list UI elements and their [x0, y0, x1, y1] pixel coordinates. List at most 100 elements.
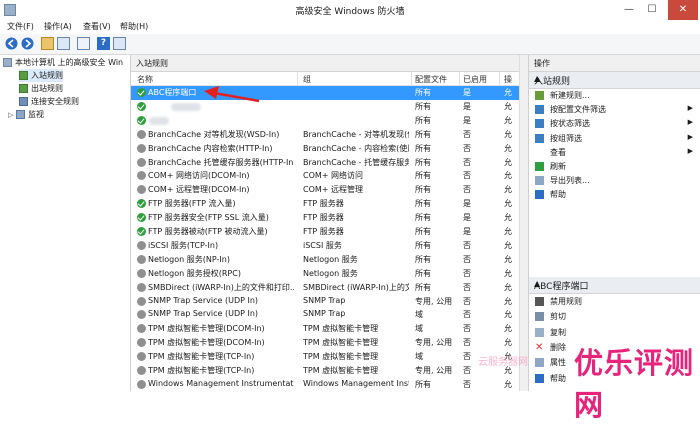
- export-list-icon[interactable]: [77, 37, 90, 50]
- action-item[interactable]: 导出列表...: [529, 174, 700, 187]
- menu-view[interactable]: 查看(V): [83, 21, 111, 32]
- action-item[interactable]: 新建规则...: [529, 89, 700, 102]
- action-item[interactable]: 按配置文件筛选 ▶: [529, 103, 700, 116]
- action-item[interactable]: 按状态筛选 ▶: [529, 117, 700, 130]
- cell-enabled: 否: [463, 185, 471, 195]
- menu-help[interactable]: 帮助(H): [120, 21, 148, 32]
- cell-enabled: 否: [463, 338, 471, 348]
- tree-item-connection-security-rules[interactable]: 连接安全规则: [19, 95, 79, 108]
- submenu-arrow-icon: ▶: [687, 118, 693, 127]
- collapse-caret-icon[interactable]: ▲: [534, 74, 694, 83]
- table-row[interactable]: Netlogon 服务授权(RPC) Netlogon 服务 所有否允: [131, 267, 527, 281]
- cell-enabled: 否: [463, 254, 471, 264]
- table-row[interactable]: TPM 虚拟智能卡管理(TCP-In) TPM 虚拟智能卡管理域否允: [131, 350, 527, 364]
- menu-file[interactable]: 文件(F): [7, 21, 34, 32]
- table-row[interactable]: Netlogon 服务(NP-In) Netlogon 服务 所有否允: [131, 253, 527, 267]
- panel-title: 入站规则: [131, 55, 527, 72]
- cell-name: ABC程序端口: [148, 88, 197, 97]
- tree-item-label: 监视: [28, 110, 44, 119]
- actions-title-label: 操作: [534, 59, 550, 68]
- column-group[interactable]: 组: [303, 74, 311, 85]
- cell-profile: 所有: [415, 171, 431, 181]
- help-icon: [535, 373, 544, 383]
- table-row[interactable]: COM+ 远程管理(DCOM-In) COM+ 远程管理 所有否允: [131, 183, 527, 197]
- menu-action[interactable]: 操作(A): [44, 21, 72, 32]
- action-label: 帮助: [550, 373, 566, 383]
- action-item[interactable]: 剪切: [529, 310, 700, 323]
- minimize-button[interactable]: —: [618, 0, 640, 20]
- forward-arrow-icon[interactable]: [21, 37, 34, 50]
- column-divider[interactable]: [499, 72, 500, 85]
- tree-item-monitoring[interactable]: ▷ 监视: [8, 108, 44, 121]
- column-divider[interactable]: [459, 72, 460, 85]
- table-row[interactable]: FTP 服务器被动(FTP 被动流入量) FTP 服务器 所有是允: [131, 225, 527, 239]
- cell-name: TPM 虚拟智能卡管理(DCOM-In): [148, 338, 265, 348]
- expand-triangle-icon[interactable]: ▷: [8, 109, 16, 122]
- action-item[interactable]: 帮助: [529, 188, 700, 201]
- table-row[interactable]: BranchCache 托管缓存服务器(HTTP-In) BranchCache …: [131, 156, 527, 170]
- cell-enabled: 否: [463, 324, 471, 334]
- table-row[interactable]: BranchCache 对等机发现(WSD-In) BranchCache - 对…: [131, 128, 527, 142]
- table-row[interactable]: TPM 虚拟智能卡管理(DCOM-In) TPM 虚拟智能卡管理 专用, 公用否允: [131, 336, 527, 350]
- column-profile[interactable]: 配置文件: [415, 74, 447, 85]
- action-label: 按配置文件筛选: [550, 105, 606, 115]
- rule-disabled-icon: [137, 310, 146, 320]
- back-arrow-icon[interactable]: [5, 37, 18, 50]
- cell-name: BranchCache 对等机发现(WSD-In): [148, 129, 280, 139]
- table-row[interactable]: 所有是允: [131, 114, 527, 128]
- table-row-selected[interactable]: ABC程序端口 所有是允: [131, 86, 527, 100]
- table-row[interactable]: SNMP Trap Service (UDP In) SNMP Trap 域否允: [131, 308, 527, 322]
- action-item[interactable]: 刷新: [529, 160, 700, 173]
- table-row[interactable]: BranchCache 内容检索(HTTP-In) BranchCache - 内…: [131, 142, 527, 156]
- vertical-scrollbar[interactable]: [519, 55, 528, 391]
- table-row[interactable]: TPM 虚拟智能卡管理(TCP-In) TPM 虚拟智能卡管理 专用, 公用否允: [131, 364, 527, 378]
- cell-profile: 所有: [415, 227, 431, 236]
- action-item[interactable]: 复制: [529, 326, 700, 339]
- export-icon: [535, 176, 544, 186]
- collapse-caret-icon[interactable]: ▲: [534, 279, 694, 288]
- table-row[interactable]: FTP 服务器(FTP 流入量) FTP 服务器 所有是允: [131, 197, 527, 211]
- redacted-name: [171, 102, 201, 111]
- tree-root[interactable]: 本地计算机 上的高级安全 Win: [3, 56, 123, 69]
- up-folder-icon[interactable]: [41, 37, 54, 50]
- action-item[interactable]: 按组筛选 ▶: [529, 132, 700, 145]
- tree-item-label: 连接安全规则: [31, 97, 79, 106]
- column-name[interactable]: 名称: [137, 74, 153, 85]
- show-hide-tree-icon[interactable]: [57, 37, 70, 50]
- action-item[interactable]: 查看 ▶: [529, 146, 700, 159]
- cell-group: TPM 虚拟智能卡管理: [303, 324, 379, 334]
- table-row[interactable]: COM+ 网络访问(DCOM-In) COM+ 网络访问 所有否允: [131, 169, 527, 183]
- help-icon: [535, 190, 544, 200]
- table-row[interactable]: SNMP Trap Service (UDP In) SNMP Trap 专用, 公…: [131, 295, 527, 309]
- actions-section-selected-rule[interactable]: ABC程序端口 ▲: [529, 277, 700, 294]
- table-row[interactable]: FTP 服务器安全(FTP SSL 流入量) FTP 服务器 所有是允: [131, 211, 527, 225]
- close-button[interactable]: ✕: [668, 0, 698, 20]
- actions-section-inbound-rules[interactable]: 入站规则 ▲: [529, 72, 700, 89]
- table-row[interactable]: TPM 虚拟智能卡管理(DCOM-In) TPM 虚拟智能卡管理域否允: [131, 322, 527, 336]
- table-row[interactable]: SMBDirect (iWARP-In)上的文件和打印... SMBDirect …: [131, 281, 527, 295]
- action-item[interactable]: 禁用规则: [529, 295, 700, 308]
- cell-profile: 所有: [415, 101, 431, 111]
- view-icon: [535, 148, 544, 157]
- cell-name: BranchCache 内容检索(HTTP-In): [148, 143, 273, 153]
- table-row[interactable]: 所有是允: [131, 100, 527, 114]
- cell-group: FTP 服务器: [303, 213, 344, 223]
- help-icon[interactable]: ?: [97, 37, 110, 50]
- tree-item-inbound-rules[interactable]: 入站规则: [19, 69, 63, 82]
- rule-disabled-icon: [137, 157, 146, 167]
- action-label: 新建规则...: [550, 91, 590, 100]
- table-row[interactable]: iSCSI 服务(TCP-In) iSCSI 服务 所有否允: [131, 239, 527, 253]
- column-enabled[interactable]: 已启用: [463, 74, 487, 85]
- cell-profile: 所有: [415, 268, 431, 278]
- tree-item-outbound-rules[interactable]: 出站规则: [19, 82, 63, 95]
- cell-name: SNMP Trap Service (UDP In): [148, 309, 259, 319]
- column-divider[interactable]: [411, 72, 412, 85]
- show-hide-action-pane-icon[interactable]: [113, 37, 126, 50]
- maximize-button[interactable]: ☐: [641, 0, 663, 20]
- cell-enabled: 否: [463, 282, 471, 292]
- table-row[interactable]: Windows Management Instrumentati... Windo…: [131, 378, 527, 392]
- column-divider[interactable]: [297, 72, 298, 85]
- rule-enabled-icon: [137, 213, 146, 223]
- column-action[interactable]: 操: [504, 74, 512, 85]
- connection-security-icon: [19, 97, 28, 106]
